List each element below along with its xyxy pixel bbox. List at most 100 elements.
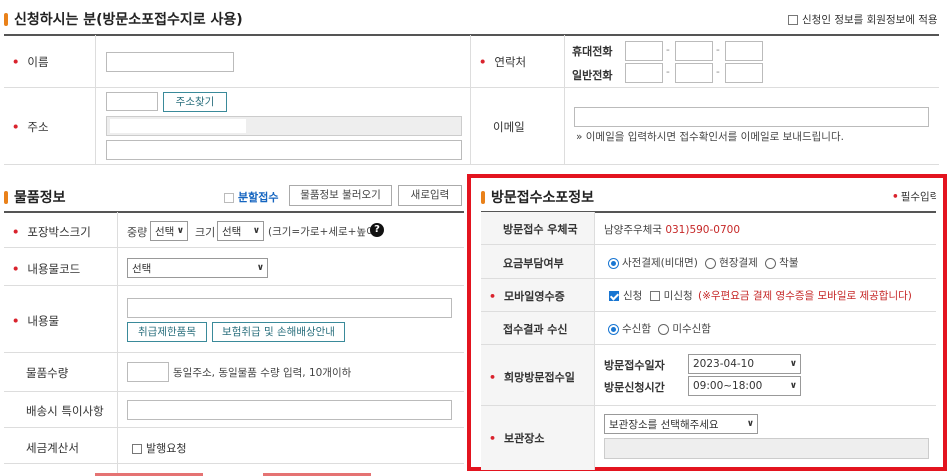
- weight-select[interactable]: 선택 ∨: [150, 221, 188, 241]
- receipt-options: 신청 미신청 (※우편요금 결제 영수증을 모바일로 제공합니다): [609, 288, 912, 303]
- checkbox-icon: [649, 291, 660, 301]
- content-code-select[interactable]: 선택 ∨: [127, 258, 268, 278]
- phone-input-3[interactable]: [725, 63, 763, 83]
- required-note: • 필수입력: [892, 191, 936, 203]
- visit-date-label: 방문접수일자: [604, 359, 665, 372]
- new-input-button[interactable]: 새로입력: [398, 185, 462, 206]
- checkbox-icon[interactable]: [788, 15, 798, 25]
- size-select[interactable]: 선택 ∨: [217, 221, 264, 241]
- fee-radio-group: 사전결제(비대면) 현장결제 착불: [608, 255, 798, 270]
- mobile-input-3[interactable]: [725, 41, 763, 61]
- col-divider: [564, 35, 565, 164]
- contact-label: • 연락처: [479, 55, 527, 69]
- content-label: • 내용물: [12, 314, 60, 328]
- zipcode-input[interactable]: [106, 92, 158, 111]
- chevron-down-icon: ∨: [256, 263, 264, 273]
- visit-section-title: 방문접수소포정보: [481, 187, 594, 207]
- load-goods-button[interactable]: 물품정보 불러오기: [289, 185, 392, 206]
- chevron-down-icon: ∨: [746, 419, 754, 429]
- address-detail-input[interactable]: [106, 140, 462, 160]
- row-divider: [4, 463, 464, 464]
- receipt-note: (※우편요금 결제 영수증을 모바일로 제공합니다): [698, 290, 912, 302]
- col-divider: [594, 212, 595, 470]
- split-receipt-label: 분할접수: [238, 191, 279, 204]
- chevron-down-icon: ∨: [789, 381, 797, 391]
- applicant-table-top: [4, 34, 939, 36]
- restricted-items-button[interactable]: 취급제한품목: [127, 322, 207, 342]
- email-label: 이메일: [493, 120, 525, 134]
- address-label: • 주소: [12, 120, 49, 134]
- row-divider: [481, 405, 936, 406]
- row-divider: [4, 164, 939, 165]
- dash: -: [666, 44, 670, 56]
- hope-date-label: • 희망방문접수일: [489, 371, 575, 384]
- size-label: 크기: [195, 226, 216, 239]
- email-input[interactable]: [574, 107, 929, 127]
- result-option-no-receive[interactable]: 미수신함: [658, 323, 711, 335]
- size-hint: (크기=가로+세로+높이): [268, 226, 380, 238]
- row-divider: [481, 311, 936, 312]
- chevron-down-icon: ∨: [252, 226, 260, 236]
- quantity-input[interactable]: [127, 362, 169, 382]
- result-option-receive[interactable]: 수신함: [608, 323, 651, 335]
- phone-label: 일반전화: [572, 69, 613, 82]
- name-input[interactable]: [106, 52, 234, 72]
- fee-option-prepaid[interactable]: 사전결제(비대면): [608, 257, 698, 269]
- row-divider: [4, 285, 464, 286]
- content-input[interactable]: [127, 298, 452, 318]
- row-divider: [481, 344, 936, 345]
- radio-icon: [658, 323, 670, 335]
- find-address-button[interactable]: 주소찾기: [163, 92, 227, 112]
- visit-time-select[interactable]: 09:00~18:00 ∨: [688, 376, 801, 396]
- save-to-member-checkbox[interactable]: 신청인 정보를 회원정보에 적용: [788, 12, 938, 27]
- address-redacted: [110, 119, 246, 133]
- col-divider: [470, 35, 471, 164]
- help-icon[interactable]: ?: [370, 223, 384, 237]
- title-bar-icon: [481, 190, 485, 204]
- insurance-info-button[interactable]: 보험취급 및 손해배상안내: [212, 322, 345, 342]
- fee-option-collect[interactable]: 착불: [765, 257, 798, 269]
- delivery-note-input[interactable]: [127, 400, 452, 420]
- office-phone: 031)590-0700: [665, 224, 741, 236]
- quantity-label: 물품수량: [26, 366, 69, 380]
- goods-section-title: 물품정보: [4, 187, 66, 207]
- row-divider: [4, 247, 464, 248]
- fee-option-onsite[interactable]: 현장결제: [705, 257, 758, 269]
- radio-icon: [608, 323, 619, 335]
- radio-icon: [705, 257, 717, 269]
- phone-input-1[interactable]: [625, 63, 663, 83]
- save-to-member-label: 신청인 정보를 회원정보에 적용: [802, 14, 938, 26]
- row-divider: [4, 391, 464, 392]
- phone-input-2[interactable]: [675, 63, 713, 83]
- quantity-hint: 동일주소, 동일물품 수량 입력, 10개이하: [173, 367, 352, 379]
- dash: -: [716, 66, 720, 78]
- title-bar-icon: [4, 190, 8, 204]
- storage-label: • 보관장소: [489, 432, 545, 445]
- goods-title-text: 물품정보: [14, 190, 66, 206]
- tax-invoice-label: 세금계산서: [26, 441, 79, 455]
- row-divider: [4, 87, 939, 88]
- checkbox-icon[interactable]: [224, 193, 234, 203]
- visit-time-label: 방문신청시간: [604, 381, 665, 394]
- checkbox-icon[interactable]: [132, 444, 142, 454]
- visit-date-select[interactable]: 2023-04-10 ∨: [688, 354, 801, 374]
- chevron-down-icon: ∨: [176, 226, 184, 236]
- tax-invoice-checkbox[interactable]: 발행요청: [132, 440, 186, 456]
- col-divider: [117, 212, 118, 476]
- mobile-input-1[interactable]: [625, 41, 663, 61]
- goods-table-top: [4, 211, 464, 213]
- storage-select[interactable]: 보관장소를 선택해주세요 ∨: [604, 414, 758, 434]
- storage-detail-input[interactable]: [604, 438, 929, 459]
- name-label: • 이름: [12, 55, 49, 69]
- applicant-section-title: 신청하시는 분(방문소포접수지로 사용): [4, 9, 243, 29]
- office-label: 방문접수 우체국: [503, 223, 578, 236]
- email-note: » 이메일을 입력하시면 접수확인서를 이메일로 보내드립니다.: [576, 131, 844, 143]
- receipt-not-apply-checkbox[interactable]: 미신청: [649, 290, 693, 302]
- row-divider: [481, 278, 936, 279]
- dash: -: [716, 44, 720, 56]
- split-receipt-checkbox[interactable]: 분할접수: [224, 189, 278, 205]
- mobile-input-2[interactable]: [675, 41, 713, 61]
- receipt-apply-checkbox[interactable]: 신청: [609, 290, 642, 302]
- col-divider: [95, 35, 96, 164]
- title-bar-icon: [4, 12, 8, 26]
